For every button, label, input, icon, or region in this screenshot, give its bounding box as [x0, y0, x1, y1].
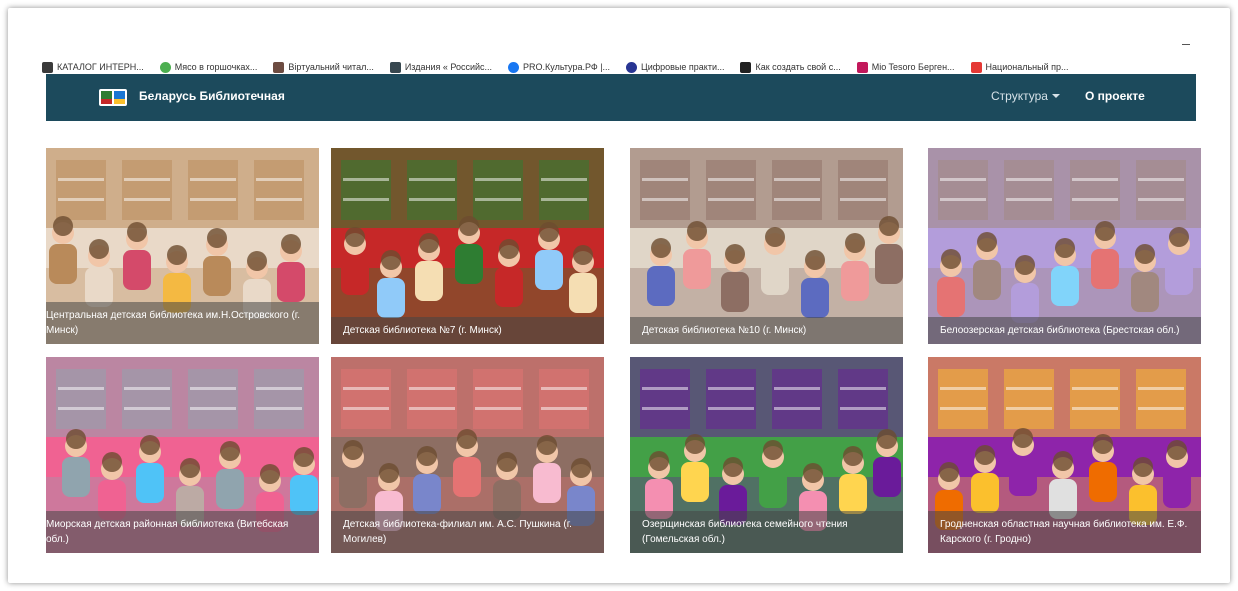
- bookmark-item[interactable]: Mio Tesoro Берген...: [856, 61, 955, 73]
- globe-icon: [626, 61, 638, 73]
- library-photo: [928, 148, 1201, 344]
- site-brand[interactable]: Беларусь Библиотечная: [139, 89, 285, 103]
- bookmark-label: Как создать свой с...: [755, 62, 841, 72]
- library-card-caption: Гродненская областная научная библиотека…: [928, 511, 1201, 553]
- bookmark-label: Национальный пр...: [985, 62, 1069, 72]
- bookmark-label: Віртуальний читал...: [288, 62, 374, 72]
- nav-structure-dropdown[interactable]: Структура: [991, 89, 1060, 103]
- bookmark-label: Цифровые практи...: [641, 62, 725, 72]
- bookmark-item[interactable]: Віртуальний читал...: [273, 61, 374, 73]
- library-card-caption: Озерщинская библиотека семейного чтения …: [630, 511, 903, 553]
- bookmark-item[interactable]: Мясо в горшочках...: [159, 61, 258, 73]
- library-logo-icon[interactable]: [98, 86, 128, 108]
- bookmark-item[interactable]: Национальный пр...: [970, 61, 1069, 73]
- chevron-down-icon: [1051, 94, 1060, 98]
- bookmark-item[interactable]: Издания « Российс...: [389, 61, 493, 73]
- nav-structure-label: Структура: [991, 89, 1048, 103]
- bookmark-item[interactable]: Цифровые практи...: [626, 61, 725, 73]
- library-card[interactable]: Белоозерская детская библиотека (Брестск…: [928, 148, 1201, 344]
- library-card[interactable]: Детская библиотека №7 (г. Минск): [331, 148, 604, 344]
- catalog-icon: [42, 61, 53, 73]
- bookmark-label: Mio Tesoro Берген...: [871, 62, 955, 72]
- library-card[interactable]: Гродненская областная научная библиотека…: [928, 357, 1201, 553]
- library-card-caption: Центральная детская библиотека им.Н.Остр…: [46, 302, 319, 344]
- library-card[interactable]: Детская библиотека-филиал им. А.С. Пушки…: [331, 357, 604, 553]
- bookmark-label: PRO.Культура.РФ |...: [523, 62, 611, 72]
- library-photo: [331, 148, 604, 344]
- library-card[interactable]: Центральная детская библиотека им.Н.Остр…: [46, 148, 319, 344]
- bookmark-item[interactable]: КАТАЛОГ ИНТЕРН...: [42, 61, 144, 73]
- library-card-caption: Детская библиотека №7 (г. Минск): [331, 317, 604, 344]
- bookmark-item[interactable]: Как создать свой с...: [740, 61, 841, 73]
- site-navbar: Беларусь Библиотечная Структура О проект…: [46, 74, 1196, 121]
- site-icon: [740, 61, 752, 73]
- library-card-caption: Миорская детская районная библиотека (Ви…: [46, 511, 319, 553]
- bookmark-label: Мясо в горшочках...: [174, 62, 258, 72]
- editions-icon: [389, 61, 401, 73]
- bookmark-label: КАТАЛОГ ИНТЕРН...: [57, 62, 144, 72]
- flag-icon: [856, 61, 868, 73]
- bookmark-label: Издания « Российс...: [404, 62, 493, 72]
- reader-icon: [273, 61, 285, 73]
- bookmark-item[interactable]: PRO.Культура.РФ |...: [508, 61, 611, 73]
- nav-about-link[interactable]: О проекте: [1085, 89, 1145, 103]
- library-card[interactable]: Озерщинская библиотека семейного чтения …: [630, 357, 903, 553]
- library-card[interactable]: Детская библиотека №10 (г. Минск): [630, 148, 903, 344]
- mail-icon: [970, 61, 982, 73]
- browser-window: КАТАЛОГ ИНТЕРН... Мясо в горшочках... Вірт…: [8, 8, 1230, 583]
- facebook-icon: [508, 61, 520, 73]
- library-card[interactable]: Миорская детская районная библиотека (Ви…: [46, 357, 319, 553]
- recipe-icon: [159, 61, 171, 73]
- library-card-caption: Детская библиотека №10 (г. Минск): [630, 317, 903, 344]
- library-card-caption: Белоозерская детская библиотека (Брестск…: [928, 317, 1201, 344]
- library-card-caption: Детская библиотека-филиал им. А.С. Пушки…: [331, 511, 604, 553]
- library-photo: [630, 148, 903, 344]
